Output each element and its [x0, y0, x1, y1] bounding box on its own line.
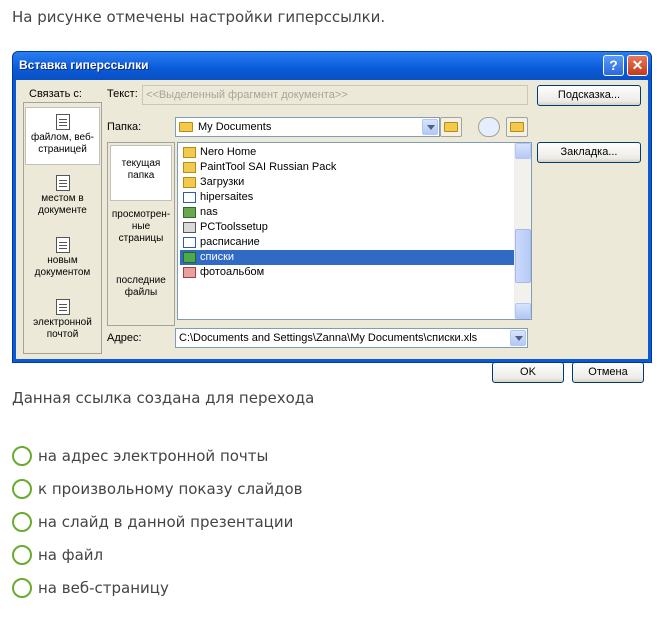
app-icon [183, 222, 196, 233]
nav-recent-files[interactable]: последние файлы [110, 267, 172, 323]
ok-button[interactable]: OK [492, 362, 564, 383]
address-label: Адрес: [107, 332, 142, 344]
dialog-client: Связать с: файлом, веб-страницей местом … [16, 80, 648, 383]
text-label: Текст: [107, 88, 138, 100]
answer-label: на адрес электронной почты [38, 447, 269, 465]
help-button[interactable]: ? [603, 55, 624, 76]
folder-icon [183, 147, 196, 158]
link-to-file-webpage-label: файлом, веб-страницей [30, 132, 95, 155]
excel-icon [183, 252, 196, 263]
up-folder-button[interactable] [440, 117, 462, 137]
answer-label: на веб-страницу [38, 579, 169, 597]
text-to-display-field[interactable]: <<Выделенный фрагмент документа>> [142, 85, 528, 105]
folder-value: My Documents [198, 121, 272, 133]
file-row[interactable]: PaintTool SAI Russian Pack [180, 160, 514, 175]
answer-option[interactable]: на файл [12, 544, 103, 566]
browse-web-button[interactable] [478, 117, 500, 137]
browse-file-button[interactable] [506, 117, 528, 137]
link-to-email[interactable]: электронной почтой [25, 299, 100, 349]
file-list[interactable]: Nero Home PaintTool SAI Russian Pack Заг… [177, 142, 532, 320]
folder-icon [183, 177, 196, 188]
scroll-down-button[interactable] [515, 303, 531, 319]
chevron-down-icon[interactable] [422, 119, 438, 135]
folder-select[interactable]: My Documents [175, 117, 440, 137]
link-to-new-document-label: новым документом [34, 255, 91, 278]
dialog-title: Вставка гиперссылки [19, 58, 149, 72]
file-name: nas [200, 206, 218, 218]
image-icon [183, 207, 196, 218]
answer-option[interactable]: на адрес электронной почты [12, 445, 268, 467]
link-to-place-in-document[interactable]: местом в документе [25, 175, 100, 225]
file-row[interactable]: Загрузки [180, 175, 514, 190]
link-to-email-label: электронной почтой [33, 317, 92, 340]
answer-label: на файл [38, 546, 104, 564]
link-to-label: Связать с: [29, 88, 82, 100]
folder-icon [183, 162, 196, 173]
file-row[interactable]: hipersaites [180, 190, 514, 205]
file-name: списки [200, 251, 235, 263]
file-row[interactable]: расписание [180, 235, 514, 250]
file-webpage-icon [55, 114, 70, 130]
nav-browsed-pages[interactable]: просмотрен-ные страницы [110, 205, 172, 261]
file-name: Загрузки [200, 176, 245, 188]
file-row[interactable]: Nero Home [180, 145, 514, 160]
open-folder-icon [510, 122, 524, 132]
email-icon [55, 299, 70, 315]
tooltip-button[interactable]: Подсказка... [537, 85, 641, 106]
file-list-scrollbar[interactable] [514, 143, 531, 319]
file-row-selected[interactable]: списки [180, 250, 514, 265]
up-folder-icon [444, 122, 458, 132]
radio-button[interactable] [12, 479, 32, 499]
nav-current-folder[interactable]: текущая папка [110, 145, 172, 201]
answer-label: на слайд в данной презентации [38, 513, 294, 531]
link-to-place-label: местом в документе [38, 193, 87, 216]
picture-icon [183, 267, 196, 278]
chevron-down-icon[interactable] [510, 330, 526, 346]
file-row[interactable]: фотоальбом [180, 265, 514, 280]
look-in-panel: текущая папка просмотрен-ные страницы по… [107, 142, 175, 326]
place-in-document-icon [55, 175, 70, 191]
folder-label: Папка: [107, 121, 142, 133]
file-name: PCToolssetup [200, 221, 268, 233]
address-field[interactable]: C:\Documents and Settings\Zanna\My Docum… [175, 328, 528, 348]
answer-option[interactable]: на слайд в данной презентации [12, 511, 293, 533]
file-name: PaintTool SAI Russian Pack [200, 161, 337, 173]
cancel-button[interactable]: Отмена [572, 362, 644, 383]
folder-icon [179, 122, 193, 132]
file-row[interactable]: PCToolssetup [180, 220, 514, 235]
insert-hyperlink-dialog: Вставка гиперссылки ? ✕ Связать с: файло… [12, 51, 652, 383]
file-name: Nero Home [200, 146, 257, 158]
file-name: hipersaites [200, 191, 254, 203]
word-doc-icon [183, 237, 196, 248]
file-name: расписание [200, 236, 260, 248]
new-document-icon [55, 237, 70, 253]
close-button[interactable]: ✕ [627, 55, 648, 76]
radio-button[interactable] [12, 545, 32, 565]
link-to-file-webpage[interactable]: файлом, веб-страницей [25, 107, 100, 165]
scroll-up-button[interactable] [515, 143, 531, 159]
answer-option[interactable]: к произвольному показу слайдов [12, 478, 302, 500]
radio-button[interactable] [12, 578, 32, 598]
answer-label: к произвольному показу слайдов [38, 480, 303, 498]
file-row[interactable]: nas [180, 205, 514, 220]
question-text: Данная ссылка создана для перехода [12, 389, 315, 407]
radio-button[interactable] [12, 512, 32, 532]
dialog-titlebar[interactable]: Вставка гиперссылки ? ✕ [13, 52, 651, 80]
word-doc-icon [183, 192, 196, 203]
link-to-new-document[interactable]: новым документом [25, 237, 100, 287]
bookmark-button[interactable]: Закладка... [537, 142, 641, 163]
file-name: фотоальбом [200, 266, 265, 278]
address-value: C:\Documents and Settings\Zanna\My Docum… [179, 332, 478, 344]
radio-button[interactable] [12, 446, 32, 466]
answer-option[interactable]: на веб-страницу [12, 577, 169, 599]
intro-text: На рисунке отмечены настройки гиперссылк… [12, 8, 386, 26]
link-to-panel: файлом, веб-страницей местом в документе… [23, 102, 102, 354]
scroll-thumb[interactable] [515, 229, 531, 283]
